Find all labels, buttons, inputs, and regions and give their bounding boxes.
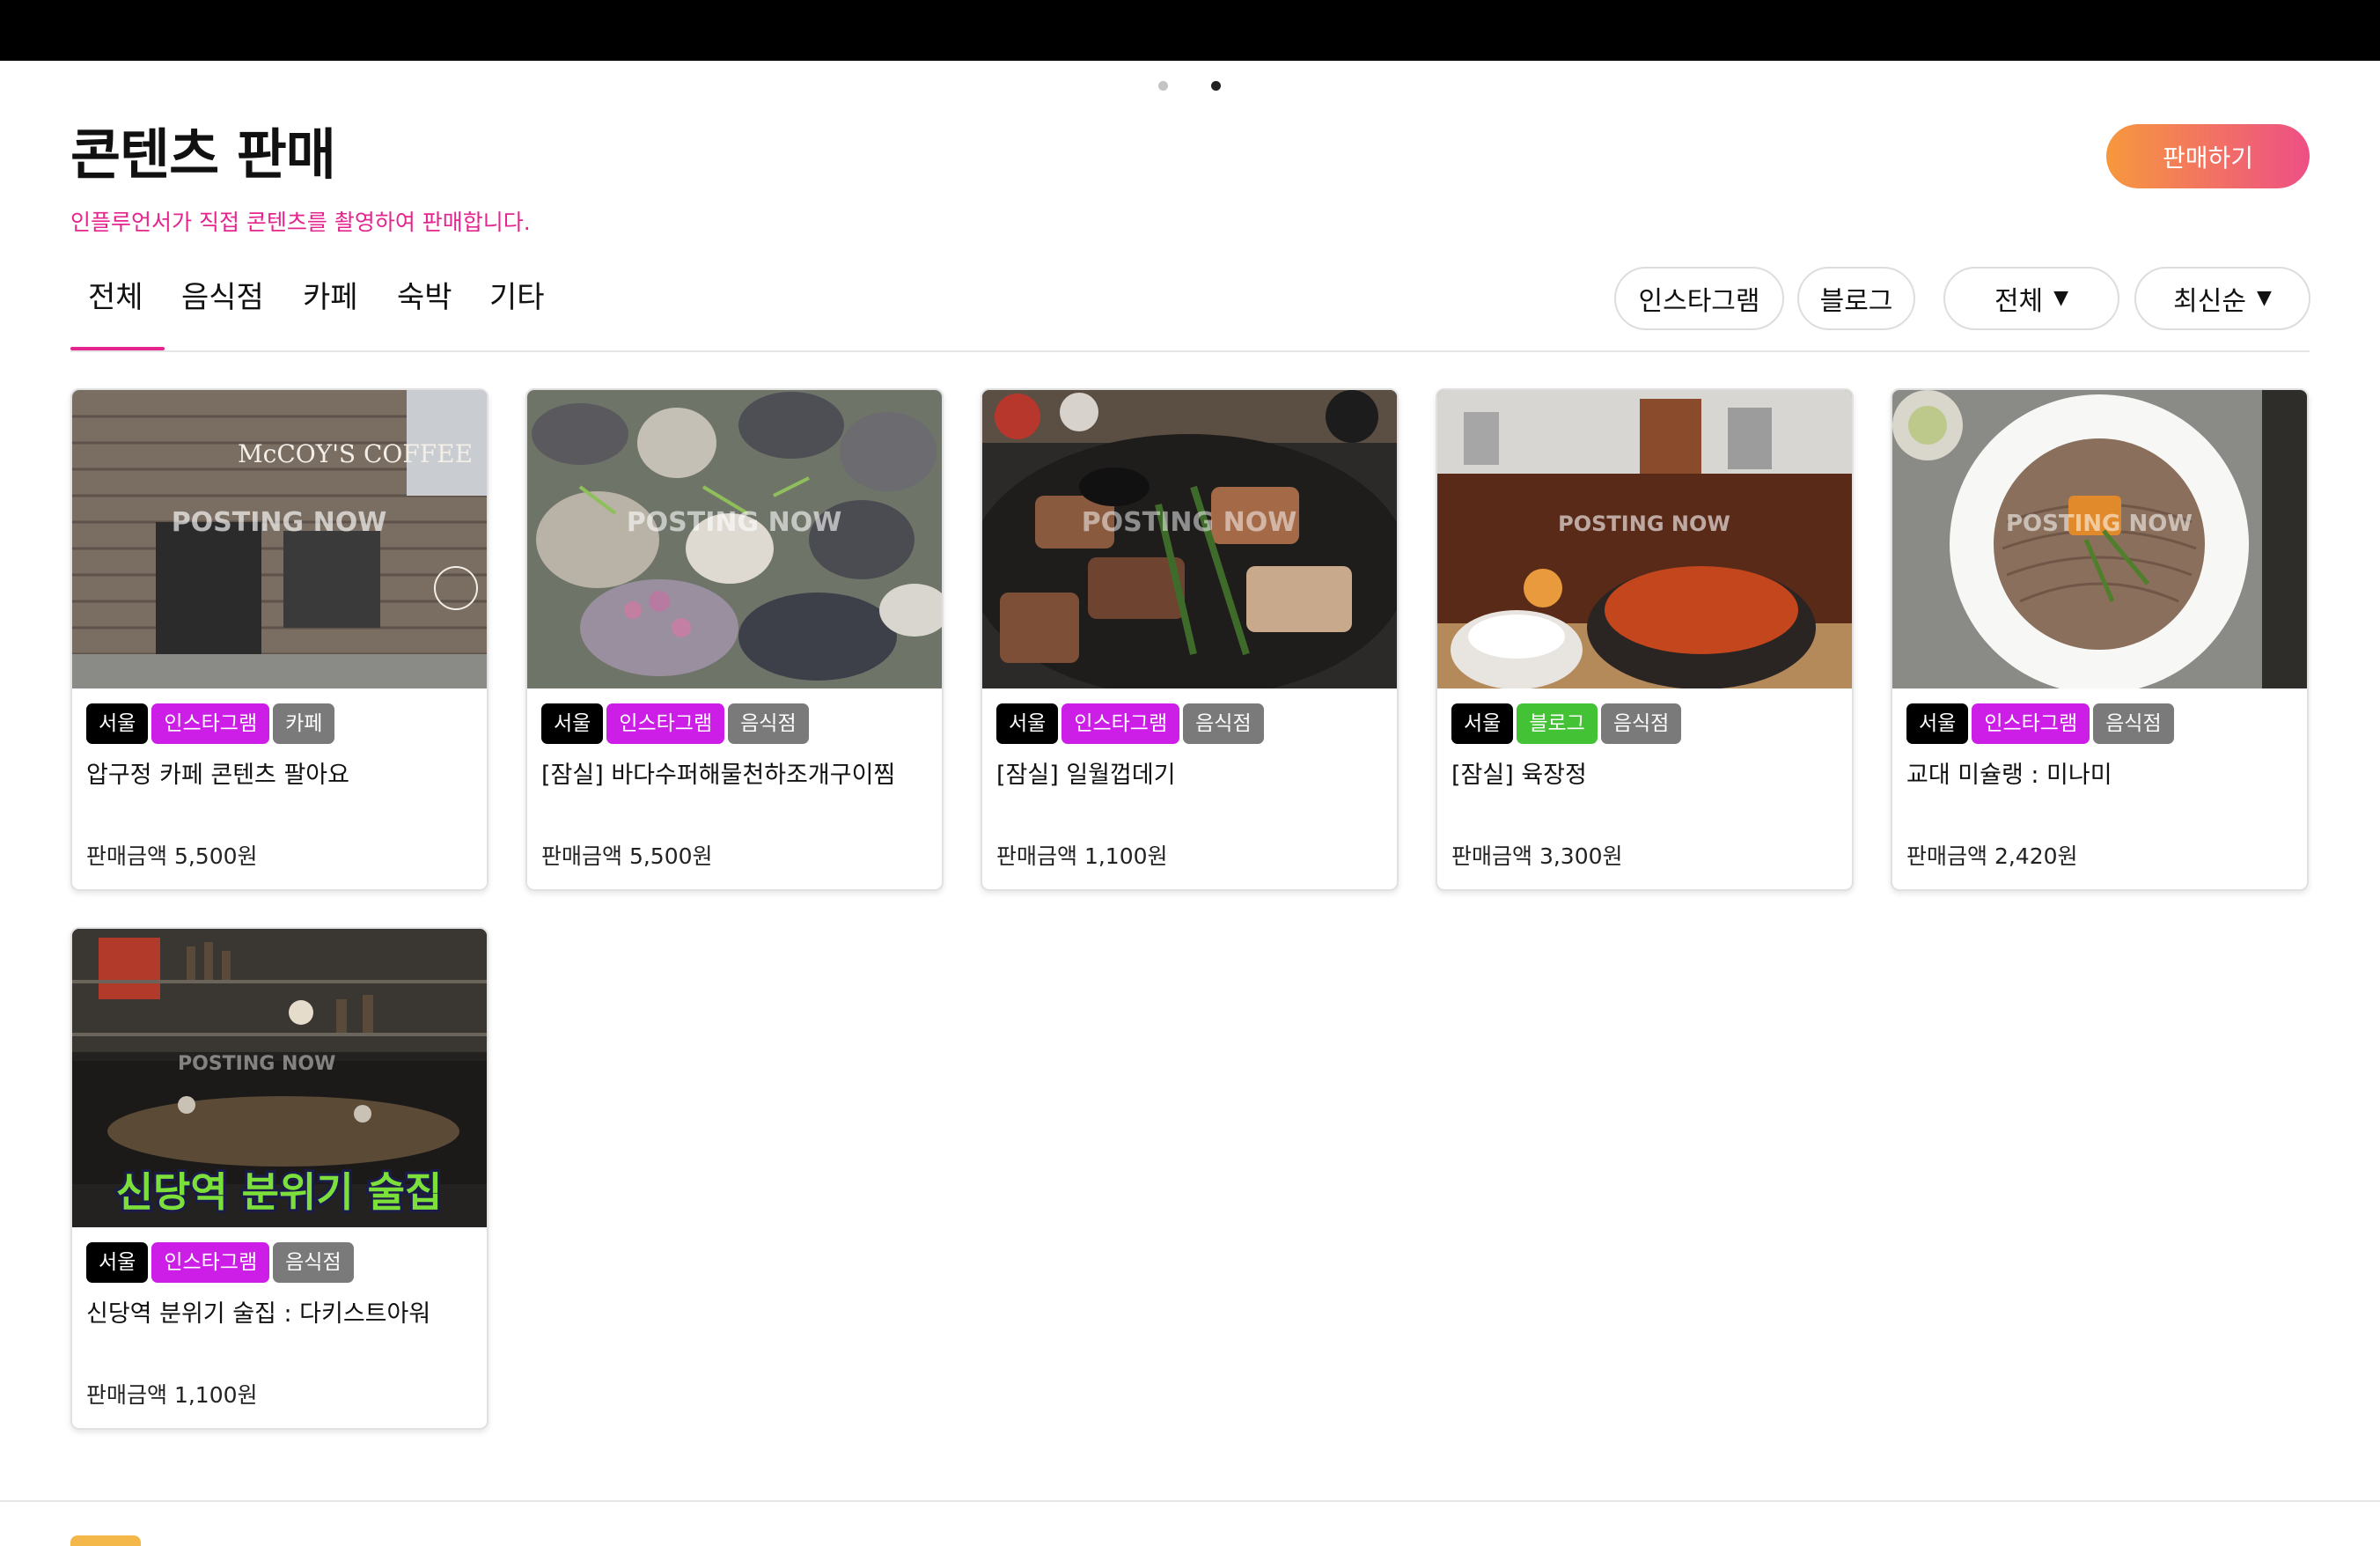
tag-platform: 인스타그램 [606, 703, 725, 744]
footer-badge [70, 1535, 141, 1546]
tag-platform: 인스타그램 [1972, 703, 2090, 744]
card-price: 판매금액 1,100원 [996, 843, 1168, 869]
tag-platform: 블로그 [1517, 703, 1598, 744]
content-card[interactable]: POSTING NOW 서울 블로그 음식점 [잠실] 육장정 판매금액 3,3… [1436, 388, 1854, 891]
card-thumbnail-image: POSTING NOW [982, 390, 1397, 688]
thumbnail-overlay-text: 신당역 분위기 술집 [116, 1168, 443, 1216]
tag-region: 서울 [86, 1242, 149, 1283]
card-title: 압구정 카페 콘텐츠 팔아요 [86, 762, 349, 789]
card-thumbnail-image: POSTING NOW [1437, 390, 1852, 688]
carousel-dot-1[interactable] [1158, 81, 1168, 91]
watermark-text: POSTING NOW [627, 507, 842, 538]
sort-select[interactable]: 최신순 ▼ [2134, 267, 2310, 330]
watermark-text: POSTING NOW [1558, 512, 1730, 536]
card-tags: 서울 인스타그램 음식점 [1906, 703, 2174, 744]
card-title: [잠실] 바다수퍼해물천하조개구이찜 [541, 762, 896, 789]
tab-cafe[interactable]: 카페 [303, 276, 358, 319]
content-card[interactable]: POSTING NOW 신당역 분위기 술집 서울 인스타그램 음식점 신당역 … [70, 927, 488, 1430]
tag-category: 음식점 [1600, 703, 1682, 744]
tab-etc[interactable]: 기타 [489, 276, 545, 319]
tag-region: 서울 [1451, 703, 1514, 744]
tag-category: 음식점 [728, 703, 809, 744]
tab-restaurant[interactable]: 음식점 [181, 276, 264, 319]
card-price: 판매금액 3,300원 [1451, 843, 1623, 869]
tag-platform: 인스타그램 [151, 1242, 270, 1283]
card-thumbnail-image: POSTING NOW 신당역 분위기 술집 [72, 929, 487, 1227]
watermark-text: POSTING NOW [178, 1053, 335, 1075]
card-thumbnail-image: POSTING NOW [1892, 390, 2307, 688]
card-price: 판매금액 2,420원 [1906, 843, 2078, 869]
tag-region: 서울 [541, 703, 604, 744]
card-title: [잠실] 일월껍데기 [996, 762, 1176, 789]
watermark-text: POSTING NOW [1082, 507, 1297, 538]
caret-down-icon: ▼ [2053, 287, 2069, 309]
tab-all[interactable]: 전체 [88, 276, 143, 319]
carousel-indicator [0, 81, 2380, 92]
card-thumbnail-image: POSTING NOW [527, 390, 942, 688]
card-title: 교대 미슐랭 : 미나미 [1906, 762, 2112, 789]
content-card[interactable]: POSTING NOW 서울 인스타그램 음식점 [잠실] 바다수퍼해물천하조개… [525, 388, 944, 891]
card-tags: 서울 블로그 음식점 [1451, 703, 1682, 744]
card-tags: 서울 인스타그램 음식점 [86, 1242, 354, 1283]
tag-category: 음식점 [2093, 703, 2174, 744]
watermark-text: POSTING NOW [172, 507, 387, 538]
page-subtitle: 인플루언서가 직접 콘텐츠를 촬영하여 판매합니다. [70, 210, 531, 235]
tag-region: 서울 [1906, 703, 1969, 744]
tag-category: 음식점 [273, 1242, 354, 1283]
filter-blog-button[interactable]: 블로그 [1797, 267, 1915, 330]
tag-platform: 인스타그램 [151, 703, 270, 744]
card-price: 판매금액 1,100원 [86, 1382, 258, 1408]
top-status-bar [0, 0, 2380, 61]
storefront-sign-text: McCOY'S COFFEE [238, 439, 473, 468]
tag-category: 카페 [273, 703, 335, 744]
region-select-value: 전체 [1994, 286, 2044, 317]
tag-region: 서울 [996, 703, 1059, 744]
tabs-divider [70, 350, 2310, 352]
sell-button[interactable]: 판매하기 [2106, 124, 2310, 188]
footer-divider [0, 1500, 2380, 1502]
sort-select-value: 최신순 [2173, 286, 2246, 317]
carousel-dot-2-active[interactable] [1211, 81, 1221, 91]
filter-instagram-button[interactable]: 인스타그램 [1614, 267, 1784, 330]
card-price: 판매금액 5,500원 [86, 843, 258, 869]
card-tags: 서울 인스타그램 음식점 [541, 703, 809, 744]
filter-instagram-label: 인스타그램 [1638, 286, 1760, 317]
page-title: 콘텐츠 판매 [70, 122, 336, 187]
content-card[interactable]: McCOY'S COFFEE POSTING NOW 서울 인스타그램 카페 압… [70, 388, 488, 891]
content-card[interactable]: POSTING NOW 서울 인스타그램 음식점 교대 미슐랭 : 미나미 판매… [1891, 388, 2309, 891]
tag-category: 음식점 [1183, 703, 1264, 744]
filter-blog-label: 블로그 [1819, 286, 1893, 317]
content-card[interactable]: POSTING NOW 서울 인스타그램 음식점 [잠실] 일월껍데기 판매금액… [981, 388, 1399, 891]
tag-region: 서울 [86, 703, 149, 744]
card-title: 신당역 분위기 술집 : 다키스트아워 [86, 1300, 431, 1328]
card-thumbnail-image: McCOY'S COFFEE POSTING NOW [72, 390, 487, 688]
card-price: 판매금액 5,500원 [541, 843, 713, 869]
card-tags: 서울 인스타그램 음식점 [996, 703, 1264, 744]
watermark-text: POSTING NOW [2006, 511, 2193, 537]
caret-down-icon: ▼ [2256, 287, 2272, 309]
tag-platform: 인스타그램 [1061, 703, 1180, 744]
card-title: [잠실] 육장정 [1451, 762, 1587, 789]
region-select[interactable]: 전체 ▼ [1943, 267, 2119, 330]
tab-lodging[interactable]: 숙박 [397, 276, 452, 319]
card-tags: 서울 인스타그램 카페 [86, 703, 335, 744]
